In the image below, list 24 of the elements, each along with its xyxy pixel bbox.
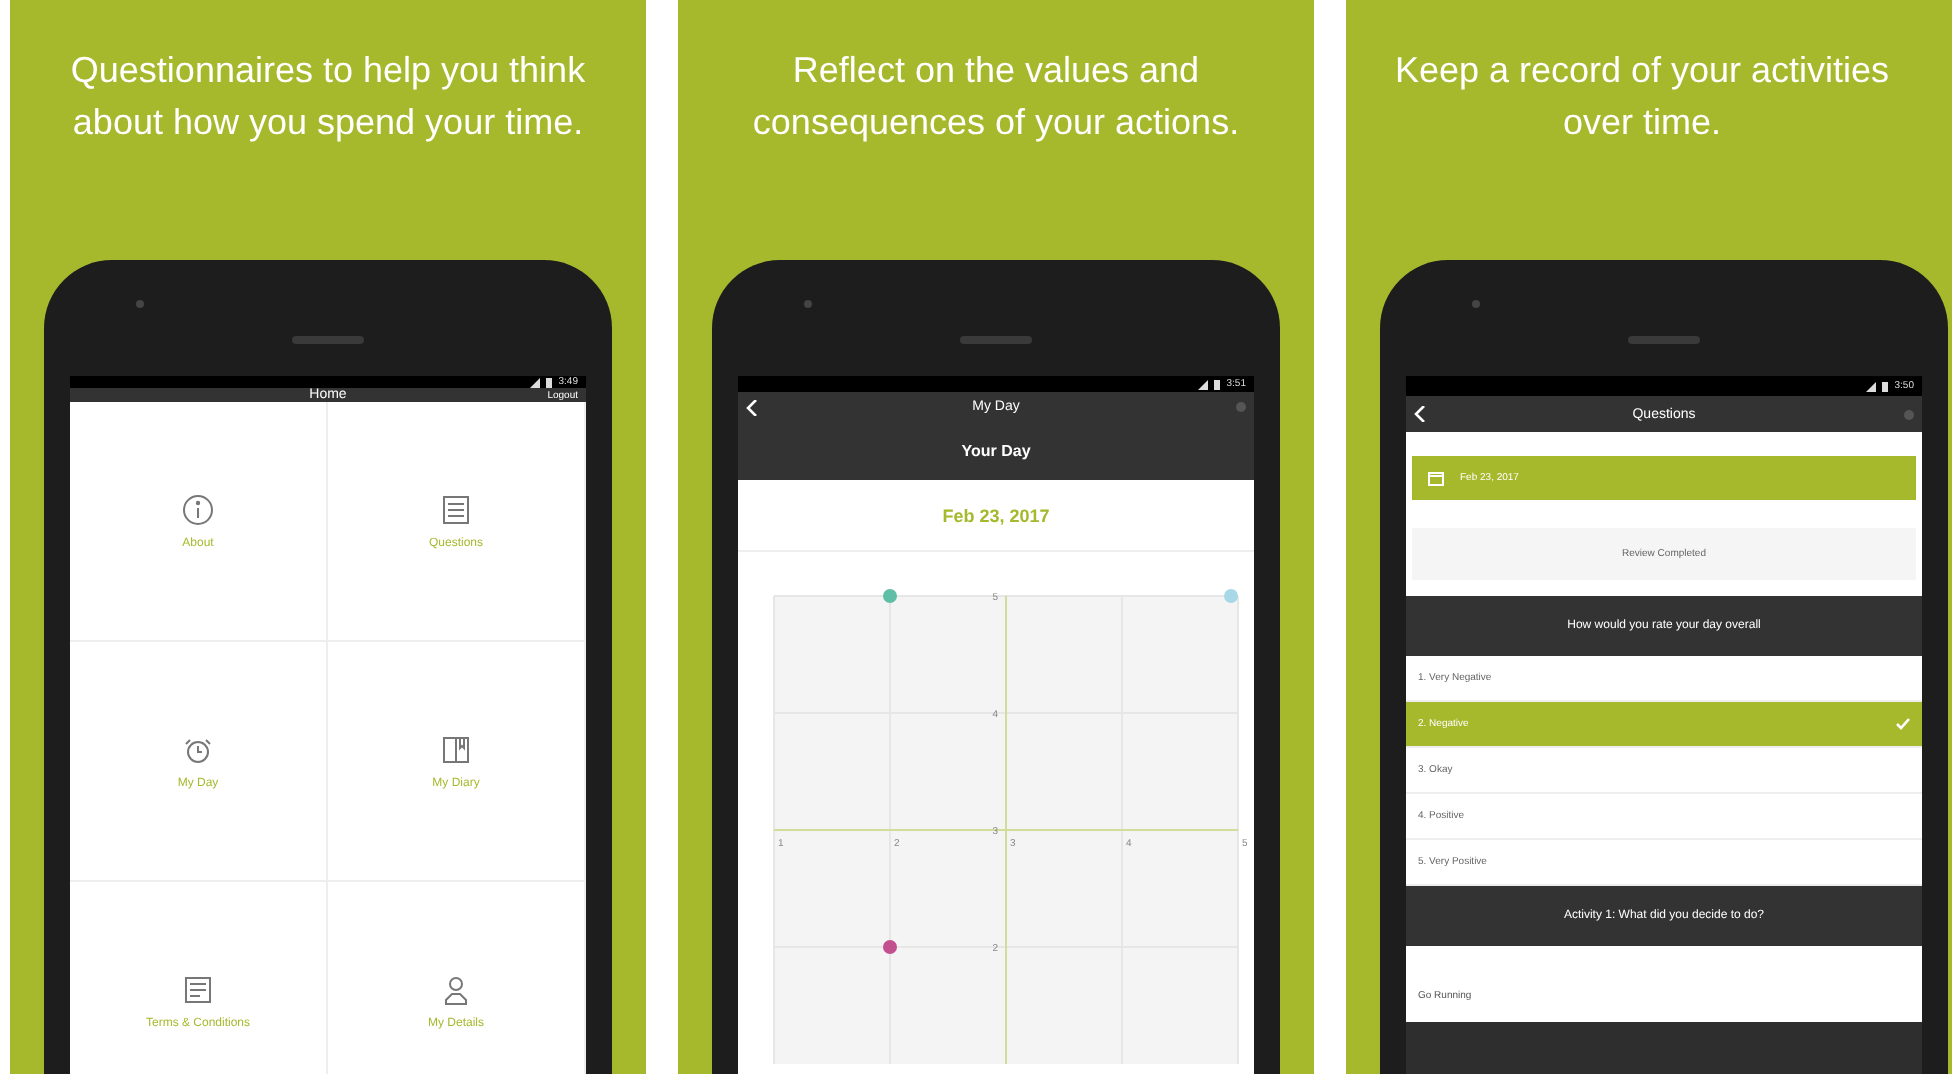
person-icon — [440, 973, 472, 1005]
document-icon — [182, 973, 214, 1005]
menu-dot-icon[interactable] — [1236, 402, 1246, 413]
back-icon[interactable] — [746, 399, 758, 416]
caption: Reflect on the values and consequences of your actions. — [750, 48, 1242, 146]
caption: Questionnaires to help you think about how you spend your time. — [68, 48, 588, 146]
menu-dot-icon[interactable] — [1904, 409, 1914, 419]
back-icon[interactable] — [1414, 406, 1426, 422]
battery-icon — [1214, 379, 1221, 390]
caption: Keep a record of your activities over time. — [1392, 48, 1892, 146]
section-header: Your Day — [738, 422, 1254, 481]
info-icon — [182, 493, 214, 525]
calendar-icon — [1428, 471, 1444, 485]
check-icon — [1896, 718, 1910, 730]
book-icon — [440, 733, 472, 765]
camera — [1472, 300, 1480, 308]
battery-icon — [546, 377, 553, 387]
signal-icon — [1866, 381, 1877, 391]
camera — [136, 300, 144, 308]
alarm-clock-icon — [182, 733, 214, 765]
camera — [804, 300, 812, 308]
battery-icon — [1882, 381, 1889, 391]
list-icon — [440, 493, 472, 525]
date-label: Feb 23, 2017 — [738, 480, 1254, 552]
